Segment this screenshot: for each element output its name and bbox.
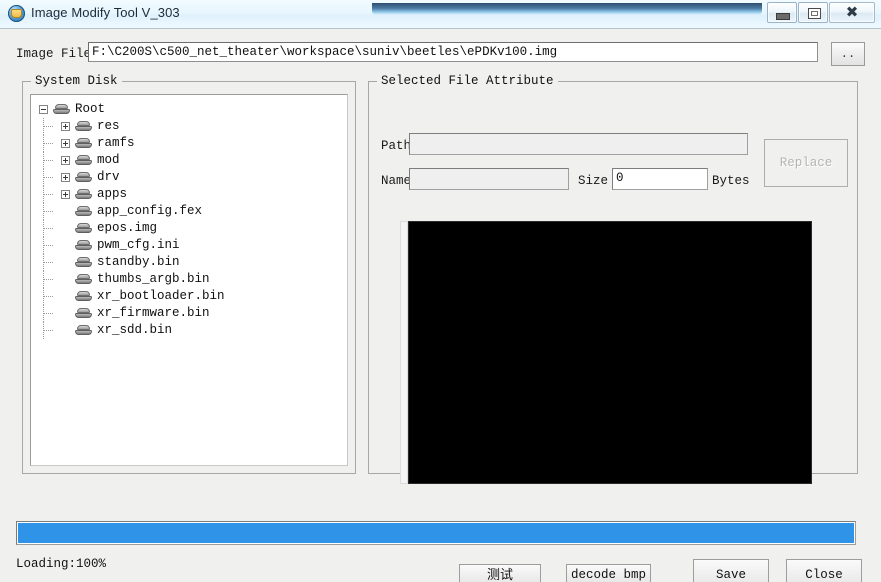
image-file-label: Image File bbox=[16, 47, 92, 61]
disk-icon bbox=[75, 223, 92, 234]
tree-item-label: apps bbox=[97, 187, 128, 201]
expand-icon[interactable] bbox=[61, 190, 70, 199]
title-bar[interactable]: Image Modify Tool V_303 ✖ bbox=[0, 0, 881, 28]
tree-item-label: xr_sdd.bin bbox=[97, 323, 173, 337]
preview-scrollbar[interactable] bbox=[400, 221, 408, 484]
tree-guide-line bbox=[43, 313, 53, 314]
image-preview bbox=[408, 221, 812, 484]
disk-icon bbox=[75, 206, 92, 217]
tree-item-label: xr_firmware.bin bbox=[97, 306, 210, 320]
name-field[interactable] bbox=[409, 168, 569, 190]
client-area: Image File F:\C200S\c500_net_theater\wor… bbox=[0, 28, 881, 582]
tree-item[interactable]: thumbs_argb.bin bbox=[31, 271, 347, 288]
path-field[interactable] bbox=[409, 133, 748, 155]
tree-item[interactable]: ramfs bbox=[31, 135, 347, 152]
save-button[interactable]: Save bbox=[693, 559, 769, 582]
expand-icon[interactable] bbox=[61, 139, 70, 148]
maximize-button[interactable] bbox=[798, 2, 828, 23]
system-disk-group: System Disk Root res ramfs mod drv apps app_co… bbox=[22, 74, 356, 474]
tree-item[interactable]: xr_sdd.bin bbox=[31, 322, 347, 339]
disk-icon bbox=[75, 155, 92, 166]
bytes-unit-label: Bytes bbox=[712, 174, 750, 188]
tree-item[interactable]: xr_bootloader.bin bbox=[31, 288, 347, 305]
tree-guide-line bbox=[43, 177, 53, 178]
application-window: Image Modify Tool V_303 ✖ Image File F:\… bbox=[0, 0, 881, 582]
progress-bar bbox=[16, 521, 856, 545]
expand-icon[interactable] bbox=[61, 156, 70, 165]
progress-bar-fill bbox=[18, 523, 854, 543]
tree-item[interactable]: Root bbox=[31, 101, 347, 118]
system-disk-tree[interactable]: Root res ramfs mod drv apps app_config.fexepos… bbox=[30, 94, 348, 466]
close-dialog-button[interactable]: Close bbox=[786, 559, 862, 582]
tree-item-label: thumbs_argb.bin bbox=[97, 272, 210, 286]
window-controls: ✖ bbox=[766, 2, 875, 23]
window-title: Image Modify Tool V_303 bbox=[31, 5, 180, 20]
tree-guide-line bbox=[43, 262, 53, 263]
replace-button[interactable]: Replace bbox=[764, 139, 848, 187]
disk-icon bbox=[75, 257, 92, 268]
selected-file-attribute-title: Selected File Attribute bbox=[377, 74, 558, 88]
tree-guide-line bbox=[43, 126, 53, 127]
tree-item[interactable]: epos.img bbox=[31, 220, 347, 237]
tree-guide-line bbox=[43, 211, 53, 212]
tree-guide-line bbox=[43, 279, 53, 280]
tree-item-label: app_config.fex bbox=[97, 204, 203, 218]
app-circle-icon bbox=[8, 5, 25, 22]
tree-guide-line bbox=[43, 143, 53, 144]
minimize-button[interactable] bbox=[767, 2, 797, 23]
close-button[interactable]: ✖ bbox=[829, 2, 875, 23]
path-label: Path bbox=[381, 139, 412, 153]
tree-item-label: Root bbox=[75, 102, 106, 116]
loading-status-text: Loading:100% bbox=[16, 557, 107, 571]
tree-item[interactable]: xr_firmware.bin bbox=[31, 305, 347, 322]
image-file-input[interactable]: F:\C200S\c500_net_theater\workspace\suni… bbox=[88, 42, 818, 62]
tree-guide-line bbox=[43, 330, 53, 331]
disk-icon bbox=[75, 138, 92, 149]
tree-item[interactable]: pwm_cfg.ini bbox=[31, 237, 347, 254]
close-icon: ✖ bbox=[845, 3, 859, 21]
tree-item-label: epos.img bbox=[97, 221, 158, 235]
disk-icon bbox=[75, 189, 92, 200]
tree-item[interactable]: res bbox=[31, 118, 347, 135]
tree-item-label: mod bbox=[97, 153, 120, 167]
tree-item[interactable]: mod bbox=[31, 152, 347, 169]
size-label: Size bbox=[578, 174, 609, 188]
size-field[interactable]: 0 bbox=[612, 168, 708, 190]
tree-item-label: drv bbox=[97, 170, 120, 184]
browse-button[interactable]: .. bbox=[831, 42, 865, 66]
tree-item[interactable]: apps bbox=[31, 186, 347, 203]
minimize-icon bbox=[776, 13, 790, 20]
tree-guide-line bbox=[43, 160, 53, 161]
disk-icon bbox=[75, 121, 92, 132]
tree-item-label: pwm_cfg.ini bbox=[97, 238, 180, 252]
tree-guide-line bbox=[43, 245, 53, 246]
tree-item-label: ramfs bbox=[97, 136, 135, 150]
name-label: Name bbox=[381, 174, 412, 188]
tree-item-label: res bbox=[97, 119, 120, 133]
tree-item[interactable]: app_config.fex bbox=[31, 203, 347, 220]
tree-item[interactable]: drv bbox=[31, 169, 347, 186]
tree-item[interactable]: standby.bin bbox=[31, 254, 347, 271]
system-disk-title: System Disk bbox=[31, 74, 122, 88]
tree-guide-line bbox=[43, 194, 53, 195]
disk-icon bbox=[75, 325, 92, 336]
tree-item-label: standby.bin bbox=[97, 255, 180, 269]
disk-icon bbox=[53, 104, 70, 115]
collapse-icon[interactable] bbox=[39, 105, 48, 114]
expand-icon[interactable] bbox=[61, 173, 70, 182]
maximize-icon bbox=[808, 8, 821, 19]
disk-icon bbox=[75, 274, 92, 285]
disk-icon bbox=[75, 308, 92, 319]
title-bar-glow bbox=[372, 3, 762, 15]
test-button[interactable]: 测试 bbox=[459, 564, 541, 582]
decode-bmp-button[interactable]: decode bmp bbox=[566, 564, 651, 582]
disk-icon bbox=[75, 172, 92, 183]
disk-icon bbox=[75, 240, 92, 251]
expand-icon[interactable] bbox=[61, 122, 70, 131]
disk-icon bbox=[75, 291, 92, 302]
tree-guide-line bbox=[43, 228, 53, 229]
tree-item-label: xr_bootloader.bin bbox=[97, 289, 225, 303]
tree-guide-line bbox=[43, 296, 53, 297]
